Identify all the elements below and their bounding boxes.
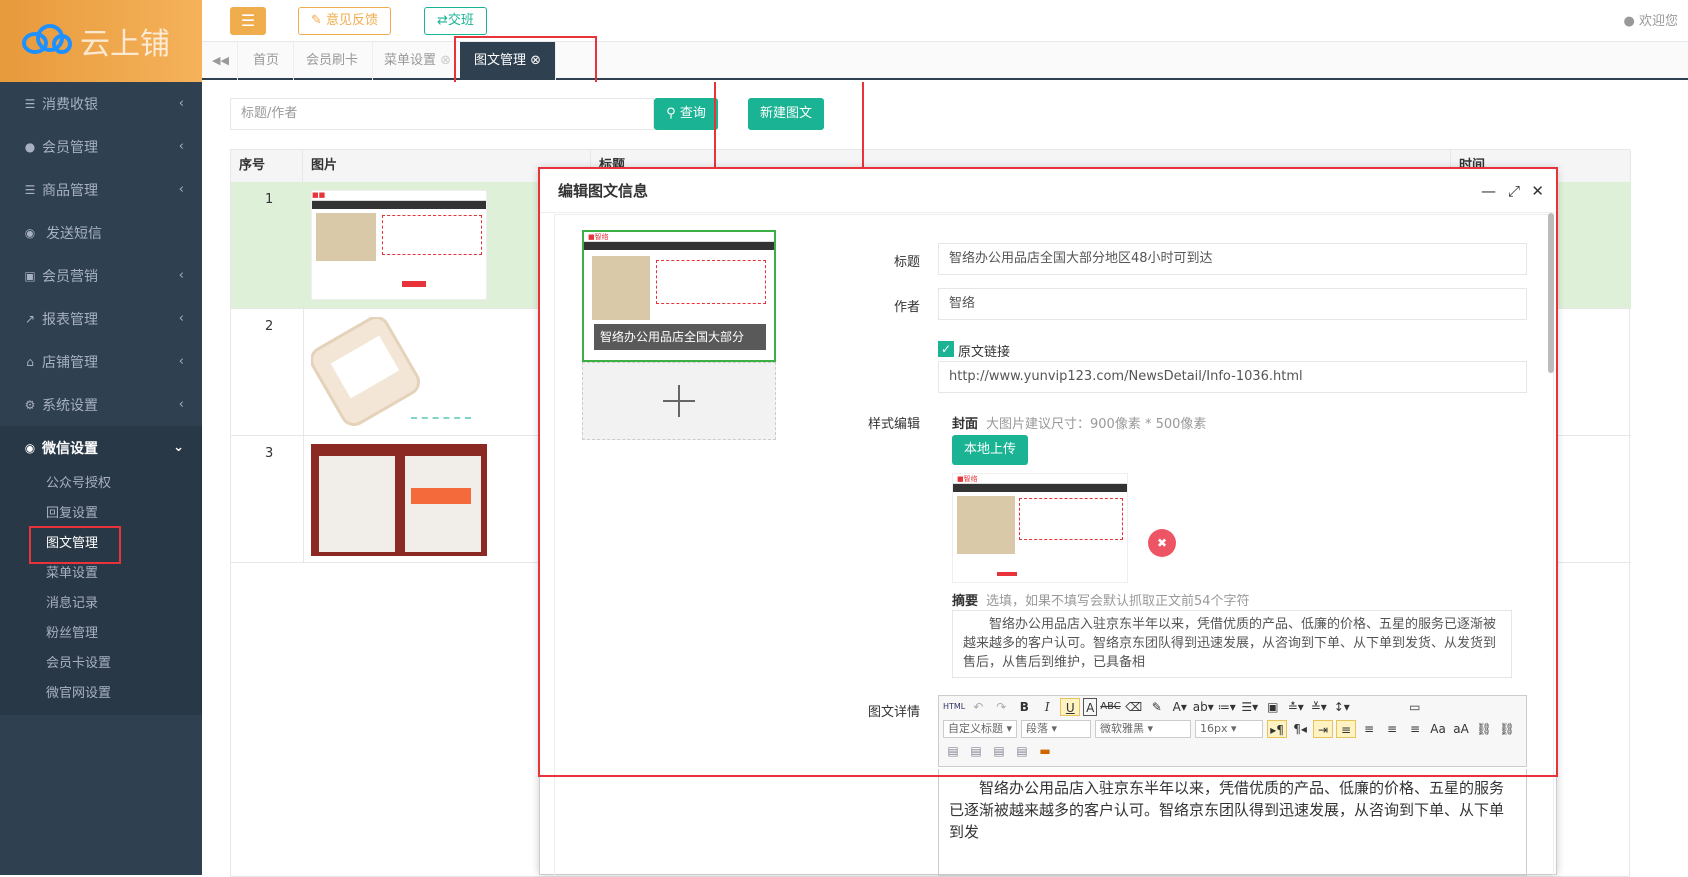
comment-icon: ◉ — [22, 226, 38, 240]
sidebar: 云上铺 ☰ 消费收银 ‹ ● 会员管理 ‹ ☰ 商品管理 ‹ ◉ 发送短信 ▣ 会员营销 ‹ ↗ 报… — [0, 0, 202, 875]
feedback-label: 意见反馈 — [326, 13, 378, 28]
cloud-logo-icon — [22, 24, 74, 58]
chevron-left-icon: ‹ — [179, 182, 184, 197]
row-thumbnail: ■■ — [311, 190, 487, 300]
chevron-left-icon: ‹ — [179, 354, 184, 369]
brand-name: 云上铺 — [80, 19, 170, 63]
highlight-sidebar-articles — [29, 526, 121, 564]
wechat-submenu: 公众号授权 回复设置 图文管理 菜单设置 消息记录 粉丝管理 会员卡设置 微官网… — [0, 469, 202, 715]
user-icon: ● — [22, 140, 38, 154]
row-thumbnail — [311, 444, 487, 556]
chevron-left-icon: ‹ — [179, 139, 184, 154]
nav-item-marketing[interactable]: ▣ 会员营销 ‹ — [0, 254, 202, 297]
tab-home[interactable]: 首页 — [239, 42, 294, 80]
nav-item-cashier[interactable]: ☰ 消费收银 ‹ — [0, 82, 202, 125]
editor-body[interactable]: 智络办公用品店入驻京东半年以来，凭借优质的产品、低廉的价格、五星的服务已逐渐被越… — [938, 769, 1527, 876]
welcome-text[interactable]: ● 欢迎您 — [1624, 10, 1679, 29]
nav-item-system[interactable]: ⚙ 系统设置 ‹ — [0, 383, 202, 426]
chevron-left-icon: ‹ — [179, 268, 184, 283]
chevron-down-icon: ⌄ — [173, 440, 184, 455]
shift-label: 交班 — [448, 13, 474, 28]
welcome-label: 欢迎您 — [1639, 14, 1678, 29]
sub-item-site[interactable]: 微官网设置 — [0, 679, 202, 709]
tab-scroll-left[interactable]: ◀◀ — [202, 42, 238, 80]
row-index: 3 — [265, 446, 273, 461]
list-icon: ☰ — [22, 183, 38, 197]
briefcase-icon: ▣ — [22, 269, 38, 283]
highlight-new-article — [714, 82, 864, 174]
menu-toggle-button[interactable]: ☰ — [230, 7, 266, 35]
editor-body-text: 智络办公用品店入驻京东半年以来，凭借优质的产品、低廉的价格、五星的服务已逐渐被越… — [949, 779, 1504, 841]
feedback-button[interactable]: ✎ 意见反馈 — [298, 7, 391, 35]
chevron-left-icon: ‹ — [179, 311, 184, 326]
tab-menu-settings[interactable]: 菜单设置 ⊗ — [370, 42, 466, 80]
sub-item-authorize[interactable]: 公众号授权 — [0, 469, 202, 499]
row-thumbnail — [311, 317, 487, 429]
nav-item-reports[interactable]: ↗ 报表管理 ‹ — [0, 297, 202, 340]
nav-item-wechat[interactable]: ◉ 微信设置 ⌄ — [0, 426, 202, 469]
sub-item-fans[interactable]: 粉丝管理 — [0, 619, 202, 649]
exchange-icon: ⇄ — [437, 13, 448, 28]
bank-icon: ⌂ — [22, 355, 38, 369]
edit-icon: ✎ — [311, 13, 326, 28]
nav-label: 发送短信 — [46, 223, 102, 243]
sub-item-card[interactable]: 会员卡设置 — [0, 649, 202, 679]
gears-icon: ⚙ — [22, 398, 38, 412]
nav-label: 店铺管理 — [42, 352, 98, 372]
highlight-tab-articles — [454, 36, 597, 84]
close-icon[interactable]: ⊗ — [440, 53, 451, 68]
nav-item-members[interactable]: ● 会员管理 ‹ — [0, 125, 202, 168]
nav-label: 会员营销 — [42, 266, 98, 286]
logo: 云上铺 — [0, 0, 202, 82]
nav-label: 会员管理 — [42, 137, 98, 157]
sub-item-messages[interactable]: 消息记录 — [0, 589, 202, 619]
nav-item-sms[interactable]: ◉ 发送短信 — [0, 211, 202, 254]
chevron-left-icon: ‹ — [179, 96, 184, 111]
tab-label: 会员刷卡 — [306, 53, 358, 68]
search-input[interactable]: 标题/作者 — [230, 98, 654, 130]
sub-item-reply[interactable]: 回复设置 — [0, 499, 202, 529]
tab-member-card[interactable]: 会员刷卡 — [292, 42, 373, 80]
nav-label: 微信设置 — [42, 438, 98, 458]
col-header-index: 序号 — [231, 150, 303, 182]
nav-item-products[interactable]: ☰ 商品管理 ‹ — [0, 168, 202, 211]
nav-label: 系统设置 — [42, 395, 98, 415]
highlight-modal — [538, 167, 1558, 777]
list-icon: ☰ — [22, 97, 38, 111]
nav-label: 商品管理 — [42, 180, 98, 200]
nav-label: 报表管理 — [42, 309, 98, 329]
tab-bar: ◀◀ 首页 会员刷卡 菜单设置 ⊗ 图文管理 ⊗ — [202, 42, 1688, 80]
user-icon: ● — [1624, 14, 1639, 29]
topbar: ☰ ✎ 意见反馈 ⇄交班 ● 欢迎您 — [202, 0, 1688, 42]
search-icon: ⚲ — [666, 106, 680, 121]
nav-label: 消费收银 — [42, 94, 98, 114]
search-button-label: 查询 — [680, 106, 706, 121]
chart-icon: ↗ — [22, 312, 38, 326]
shift-button[interactable]: ⇄交班 — [424, 7, 487, 35]
row-index: 1 — [265, 192, 273, 207]
row-index: 2 — [265, 319, 273, 334]
nav-item-store[interactable]: ⌂ 店铺管理 ‹ — [0, 340, 202, 383]
tab-label: 菜单设置 — [384, 53, 436, 68]
search-button[interactable]: ⚲ 查询 — [654, 98, 718, 130]
chevron-left-icon: ‹ — [179, 397, 184, 412]
wechat-icon: ◉ — [22, 441, 38, 455]
